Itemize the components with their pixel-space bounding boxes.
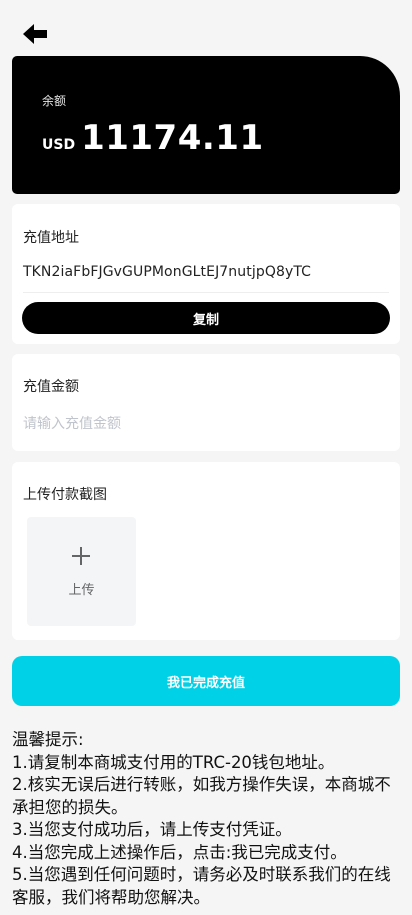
tips-heading: 温馨提示:	[12, 730, 84, 749]
copy-button[interactable]: 复制	[22, 302, 390, 334]
tip-line: 2.核实无误后进行转账，如我方操作失误，本商城不承担您的损失。	[12, 775, 391, 817]
top-bar	[0, 0, 412, 56]
recharge-address-card: 充值地址 TKN2iaFbFJGvGUPMonGLtEJ7nutjpQ8yTC …	[12, 204, 400, 344]
tip-line: 3.当您支付成功后，请上传支付凭证。	[12, 820, 292, 839]
tip-line: 4.当您完成上述操作后，点击:我已完成支付。	[12, 842, 347, 862]
tip-line: 5.当您遇到任何问题时，请务必及时联系我们的在线客服，我们将帮助您解决。	[12, 865, 391, 907]
balance-currency: USD	[42, 137, 76, 153]
amount-input[interactable]	[23, 412, 383, 436]
divider	[23, 292, 389, 293]
balance-row: USD 11174.11	[42, 118, 264, 158]
upload-button[interactable]: 上传	[27, 517, 136, 626]
tips-section: 温馨提示: 1.请复制本商城支付用的TRC-20钱包地址。 2.核实无误后进行转…	[12, 729, 404, 909]
arrow-left-icon	[23, 24, 47, 44]
back-button[interactable]	[21, 21, 49, 47]
complete-recharge-button[interactable]: 我已完成充值	[12, 656, 400, 706]
tip-line: 1.请复制本商城支付用的TRC-20钱包地址。	[12, 752, 335, 772]
recharge-address-title: 充值地址	[23, 230, 79, 246]
wallet-address: TKN2iaFbFJGvGUPMonGLtEJ7nutjpQ8yTC	[23, 264, 312, 280]
plus-icon	[72, 547, 90, 565]
recharge-amount-title: 充值金额	[23, 379, 79, 395]
upload-screenshot-card: 上传付款截图 上传	[12, 462, 400, 640]
upload-label: 上传	[68, 583, 95, 598]
balance-card: 余额 USD 11174.11	[12, 56, 400, 194]
upload-screenshot-title: 上传付款截图	[23, 487, 107, 503]
recharge-amount-card: 充值金额	[12, 354, 400, 451]
balance-amount: 11174.11	[81, 118, 264, 158]
balance-label: 余额	[42, 94, 67, 108]
